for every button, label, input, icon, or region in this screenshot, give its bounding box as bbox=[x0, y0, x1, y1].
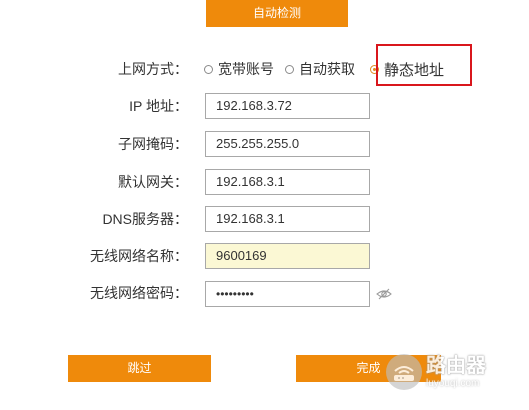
finish-button[interactable]: 完成 bbox=[296, 355, 441, 382]
wifi-name-label: 无线网络名称： bbox=[90, 248, 188, 264]
highlight-annotation-box bbox=[376, 44, 472, 86]
wifi-name-input[interactable]: 9600169 bbox=[205, 243, 370, 269]
radio-broadband-account-label: 宽带账号 bbox=[218, 61, 274, 77]
default-gateway-input[interactable]: 192.168.3.1 bbox=[205, 169, 370, 195]
subnet-mask-input[interactable]: 255.255.255.0 bbox=[205, 131, 370, 157]
auto-detect-button[interactable]: 自动检测 bbox=[206, 0, 348, 27]
wifi-password-label: 无线网络密码： bbox=[90, 285, 188, 301]
skip-button[interactable]: 跳过 bbox=[68, 355, 211, 382]
ip-address-input[interactable]: 192.168.3.72 bbox=[205, 93, 370, 119]
ip-address-label: IP 地址： bbox=[129, 98, 188, 114]
default-gateway-label: 默认网关： bbox=[118, 174, 188, 190]
connection-type-label: 上网方式： bbox=[118, 61, 188, 77]
wifi-password-input[interactable]: ••••••••• bbox=[205, 281, 370, 307]
radio-auto-obtain[interactable]: 自动获取 bbox=[285, 59, 355, 79]
dns-server-input[interactable]: 192.168.3.1 bbox=[205, 206, 370, 232]
radio-circle-icon bbox=[204, 64, 213, 74]
dns-server-label: DNS服务器： bbox=[102, 211, 188, 227]
radio-circle-icon bbox=[285, 64, 294, 74]
radio-auto-obtain-label: 自动获取 bbox=[299, 61, 355, 77]
show-password-eye-icon[interactable] bbox=[376, 287, 392, 301]
subnet-mask-label: 子网掩码： bbox=[118, 136, 188, 152]
radio-broadband-account[interactable]: 宽带账号 bbox=[204, 59, 274, 79]
